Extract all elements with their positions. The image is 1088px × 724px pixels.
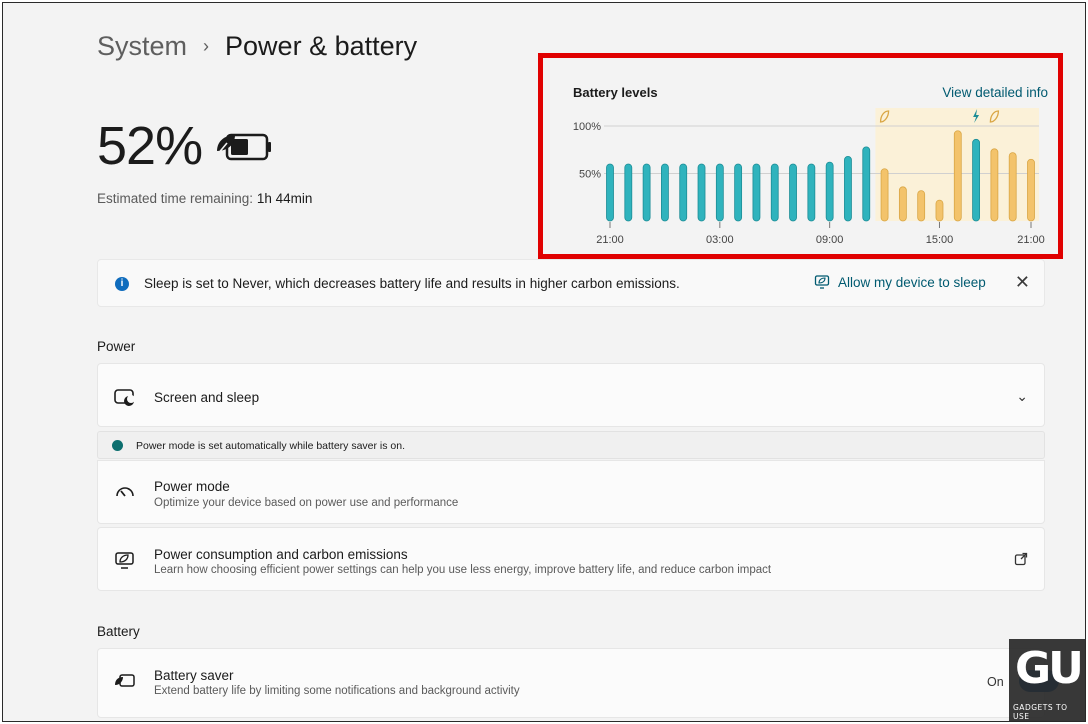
info-bar-message: Sleep is set to Never, which decreases b…	[144, 276, 680, 291]
battery-bar	[880, 168, 889, 222]
battery-bar	[642, 163, 651, 222]
chevron-right-icon: ›	[203, 36, 210, 56]
estimated-time-label: Estimated time remaining:	[97, 191, 254, 206]
power-consumption-title: Power consumption and carbon emissions	[154, 547, 408, 562]
power-consumption-row[interactable]: Power consumption and carbon emissions L…	[97, 527, 1045, 591]
battery-bar	[697, 163, 706, 222]
power-mode-notice: Power mode is set automatically while ba…	[97, 431, 1045, 459]
battery-bar	[862, 146, 871, 222]
battery-bar	[606, 163, 614, 222]
battery-heading: Battery	[97, 624, 140, 639]
estimated-time: Estimated time remaining: 1h 44min	[97, 191, 312, 206]
breadcrumb-system[interactable]: System	[97, 31, 187, 62]
power-mode-subtitle: Optimize your device based on power use …	[154, 497, 459, 509]
watermark-text: GADGETS TO USE	[1013, 703, 1068, 721]
power-mode-notice-text: Power mode is set automatically while ba…	[136, 440, 406, 452]
battery-bar	[844, 156, 852, 222]
x-tick-label: 15:00	[926, 234, 954, 246]
battery-saver-row[interactable]: Battery saver Extend battery life by lim…	[97, 648, 1045, 718]
battery-saver-title: Battery saver	[154, 668, 234, 683]
battery-bar	[898, 186, 907, 222]
chart-title: Battery levels	[573, 85, 658, 100]
power-mode-gauge-icon	[116, 487, 134, 497]
battery-bar	[825, 161, 834, 222]
allow-sleep-label: Allow my device to sleep	[838, 274, 986, 290]
battery-leaf-icon	[216, 133, 271, 161]
x-tick-label: 03:00	[706, 234, 734, 246]
screen-and-sleep-title: Screen and sleep	[154, 390, 260, 405]
page-title: Power & battery	[225, 31, 418, 61]
info-icon	[112, 440, 123, 451]
battery-bar	[752, 163, 761, 222]
power-mode-title: Power mode	[154, 479, 230, 494]
battery-bar	[624, 163, 633, 222]
battery-bar	[972, 138, 980, 222]
battery-bar	[1027, 158, 1035, 222]
battery-bar	[789, 163, 797, 222]
watermark-logo: GU GADGETS TO USE	[1009, 639, 1085, 721]
battery-bar	[1008, 152, 1017, 222]
chevron-down-icon[interactable]: ⌄	[1016, 388, 1028, 405]
x-tick-label: 09:00	[816, 234, 844, 246]
y-tick-label: 50%	[579, 169, 601, 181]
power-consumption-subtitle: Learn how choosing efficient power setti…	[154, 564, 772, 576]
battery-bar	[679, 163, 688, 222]
estimated-time-value: 1h 44min	[256, 191, 313, 206]
close-icon[interactable]: ✕	[1015, 272, 1030, 293]
battery-bar	[953, 130, 962, 222]
info-icon: i	[115, 277, 129, 291]
battery-bar	[807, 163, 816, 222]
battery-bar	[734, 163, 743, 222]
breadcrumb: System › Power & battery	[97, 31, 417, 62]
x-tick-label: 21:00	[596, 234, 624, 246]
leaf-monitor-icon	[814, 275, 830, 289]
battery-bar	[935, 199, 944, 222]
power-mode-row[interactable]: Power mode Optimize your device based on…	[97, 460, 1045, 524]
battery-saver-state: On	[987, 675, 1004, 689]
battery-percentage: 52%	[97, 116, 203, 176]
sleep-info-bar: i Sleep is set to Never, which decreases…	[97, 259, 1045, 307]
y-tick-label: 100%	[573, 121, 601, 133]
battery-saver-icon	[115, 674, 135, 687]
screen-and-sleep-row[interactable]: Screen and sleep ⌄	[97, 363, 1045, 427]
external-link-icon[interactable]	[1014, 552, 1028, 566]
allow-sleep-link[interactable]: Allow my device to sleep	[814, 274, 986, 290]
x-tick-label: 21:00	[1017, 234, 1045, 246]
battery-bar	[661, 163, 669, 222]
battery-bar	[917, 190, 926, 222]
battery-bar	[770, 163, 779, 222]
battery-levels-card: 100% 50% 21:00 03:00 09:00 15:00 21:00 Battery…	[538, 53, 1063, 259]
battery-bar	[715, 163, 724, 222]
battery-saver-subtitle: Extend battery life by limiting some not…	[154, 685, 520, 697]
power-heading: Power	[97, 339, 136, 354]
battery-bar	[990, 148, 999, 222]
view-detailed-info-link[interactable]: View detailed info	[942, 85, 1048, 100]
watermark-mark: GU	[1015, 643, 1084, 694]
settings-window: System › Power & battery 52% Estimated t…	[2, 2, 1086, 722]
screen-sleep-icon	[114, 389, 135, 406]
leaf-monitor-icon	[115, 552, 134, 569]
